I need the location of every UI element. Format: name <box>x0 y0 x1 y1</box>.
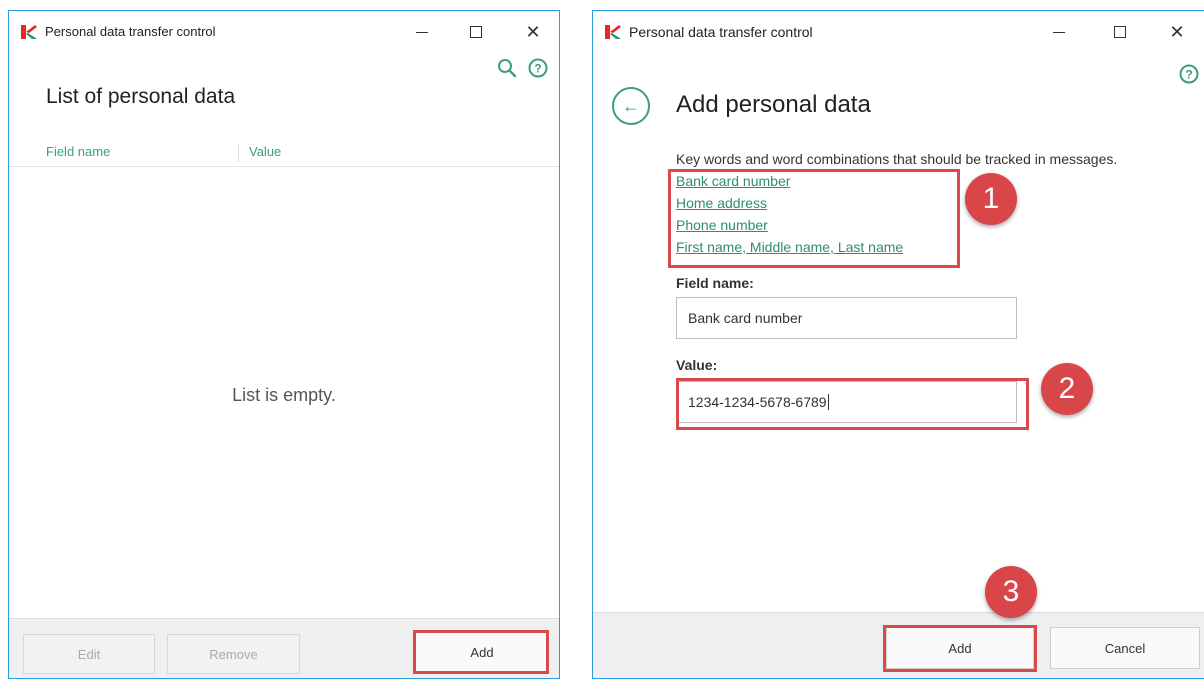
search-icon[interactable] <box>497 58 517 78</box>
minimize-icon[interactable] <box>1044 19 1074 45</box>
link-full-name[interactable]: First name, Middle name, Last name <box>676 239 903 255</box>
help-icon[interactable]: ? <box>528 58 548 78</box>
window-title: Personal data transfer control <box>45 24 216 39</box>
window-title: Personal data transfer control <box>629 24 813 40</box>
empty-list-message: List is empty. <box>232 385 336 405</box>
close-icon[interactable]: ✕ <box>518 19 548 45</box>
value-input[interactable]: 1234-1234-5678-6789 <box>676 381 1017 423</box>
field-name-input[interactable]: Bank card number <box>676 297 1017 339</box>
close-icon[interactable]: ✕ <box>1162 19 1192 45</box>
maximize-icon[interactable] <box>461 19 491 45</box>
footer-bar: Add Cancel <box>593 612 1204 678</box>
footer-bar: Edit Remove Add <box>9 618 559 678</box>
description-text: Key words and word combinations that sho… <box>676 151 1118 167</box>
list-window: Personal data transfer control ✕ ? List … <box>8 10 560 679</box>
svg-text:?: ? <box>534 62 541 76</box>
step-badge-3: 3 <box>985 566 1037 618</box>
add-button[interactable]: Add <box>415 632 549 672</box>
add-button[interactable]: Add <box>886 627 1034 669</box>
cancel-button[interactable]: Cancel <box>1050 627 1200 669</box>
step-badge-2: 2 <box>1041 363 1093 415</box>
edit-button[interactable]: Edit <box>23 634 155 674</box>
add-data-window: Personal data transfer control ✕ ? ← Add… <box>592 10 1204 679</box>
page-title: Add personal data <box>676 91 871 118</box>
kaspersky-logo-icon <box>21 25 37 39</box>
help-icon[interactable]: ? <box>1179 64 1199 84</box>
svg-text:?: ? <box>1185 68 1192 82</box>
column-header-value[interactable]: Value <box>249 144 281 159</box>
value-text: 1234-1234-5678-6789 <box>688 394 827 410</box>
maximize-icon[interactable] <box>1105 19 1135 45</box>
field-name-label: Field name: <box>676 275 754 291</box>
back-arrow-icon[interactable]: ← <box>612 87 650 125</box>
page-title: List of personal data <box>46 85 236 108</box>
title-bar: Personal data transfer control ✕ <box>593 11 1204 51</box>
link-bank-card-number[interactable]: Bank card number <box>676 173 790 189</box>
remove-button[interactable]: Remove <box>167 634 300 674</box>
step-badge-1: 1 <box>965 173 1017 225</box>
text-caret <box>827 394 829 410</box>
field-name-value: Bank card number <box>688 310 803 326</box>
column-divider <box>238 144 239 162</box>
value-label: Value: <box>676 357 718 373</box>
header-divider <box>9 166 559 167</box>
column-header-field-name[interactable]: Field name <box>46 144 110 159</box>
link-phone-number[interactable]: Phone number <box>676 217 768 233</box>
title-bar: Personal data transfer control ✕ <box>9 11 559 51</box>
kaspersky-logo-icon <box>605 25 621 39</box>
minimize-icon[interactable] <box>407 19 437 45</box>
link-home-address[interactable]: Home address <box>676 195 767 211</box>
